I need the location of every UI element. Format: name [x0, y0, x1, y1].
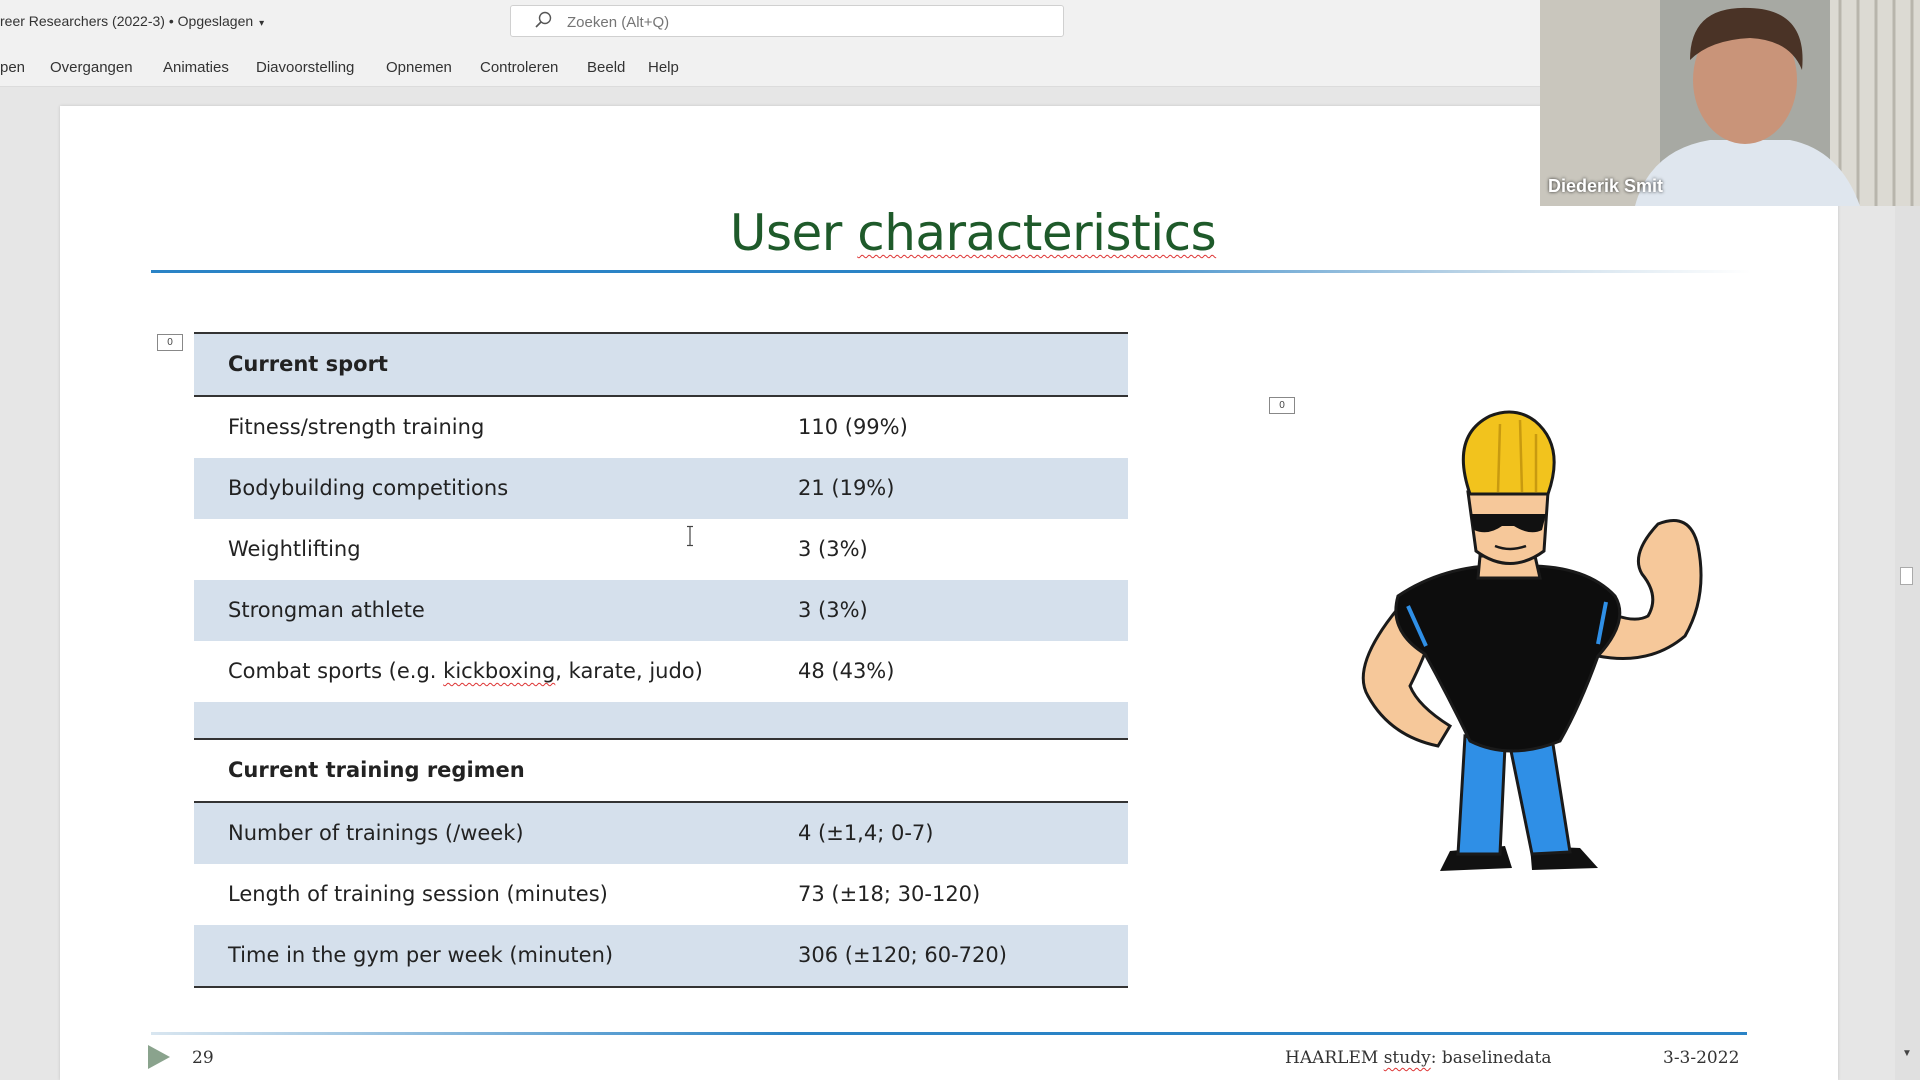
footer-text-part: HAARLEM: [1285, 1048, 1384, 1068]
footer-text-part-misspelled: study: [1383, 1048, 1431, 1068]
row-label: Number of trainings (/week): [228, 821, 524, 845]
participant-video-tile[interactable]: Diederik Smit: [1540, 0, 1920, 206]
footer-text: HAARLEM study: baselinedata: [1285, 1048, 1552, 1068]
row-value: 4 (±1,4; 0-7): [798, 821, 934, 845]
mascot-illustration[interactable]: [1330, 406, 1710, 906]
section-header-current-sport: Current sport: [228, 352, 388, 376]
search-icon: [535, 11, 552, 28]
search-input[interactable]: [565, 10, 1049, 34]
row-value: 306 (±120; 60-720): [798, 943, 1007, 967]
tab-controleren[interactable]: Controleren: [480, 59, 558, 76]
participant-name: Diederik Smit: [1548, 176, 1664, 196]
vertical-scrollbar[interactable]: ▼: [1895, 87, 1920, 1080]
table-section-header: Current sport: [194, 332, 1128, 397]
tab-diavoorstelling[interactable]: Diavoorstelling: [256, 59, 354, 76]
table-row: Length of training session (minutes) 73 …: [194, 864, 1128, 925]
tab-overgangen[interactable]: Overgangen: [50, 59, 133, 76]
document-title-text: reer Researchers (2022-3) • Opgeslagen: [0, 13, 254, 29]
row-label-part: , karate, judo): [555, 659, 703, 683]
table-row: Combat sports (e.g. kickboxing, karate, …: [194, 641, 1128, 702]
row-label: Weightlifting: [228, 537, 361, 561]
tab-beeld[interactable]: Beeld: [587, 59, 625, 76]
table-row: Number of trainings (/week) 4 (±1,4; 0-7…: [194, 803, 1128, 864]
tab-opnemen[interactable]: Opnemen: [386, 59, 452, 76]
table-section-header: Current training regimen: [194, 740, 1128, 803]
table-row: Weightlifting 3 (3%): [194, 519, 1128, 580]
title-underline-rule: [151, 270, 1751, 273]
table-row: Bodybuilding competitions 21 (19%): [194, 458, 1128, 519]
row-label: Bodybuilding competitions: [228, 476, 509, 500]
row-label: Time in the gym per week (minuten): [228, 943, 614, 967]
tab-animaties[interactable]: Animaties: [163, 59, 229, 76]
section-header-training-regimen: Current training regimen: [228, 758, 525, 782]
row-value: 48 (43%): [798, 659, 895, 683]
footer-date: 3-3-2022: [1663, 1048, 1740, 1068]
scroll-thumb[interactable]: [1900, 567, 1913, 585]
footer-rule: [151, 1032, 1747, 1035]
row-label: Fitness/strength training: [228, 415, 485, 439]
image-anchor-marker[interactable]: 0: [1269, 397, 1295, 414]
row-label: Strongman athlete: [228, 598, 425, 622]
table-row: Strongman athlete 3 (3%): [194, 580, 1128, 641]
table-row: Fitness/strength training 110 (99%): [194, 397, 1128, 458]
search-box[interactable]: [510, 5, 1064, 37]
play-icon[interactable]: [146, 1043, 172, 1071]
row-value: 110 (99%): [798, 415, 908, 439]
row-label-part-misspelled: kickboxing: [443, 659, 556, 683]
table-spacer-row: [194, 702, 1128, 740]
user-characteristics-table[interactable]: Current sport Fitness/strength training …: [194, 332, 1128, 988]
row-label-part: Combat sports (e.g.: [228, 659, 444, 683]
text-cursor-icon: [687, 525, 693, 547]
document-title[interactable]: reer Researchers (2022-3) • Opgeslagen ▾: [0, 13, 264, 29]
scroll-down-icon[interactable]: ▼: [1900, 1047, 1914, 1061]
slide-title-word-2: characteristics: [857, 204, 1217, 262]
row-label: Combat sports (e.g. kickboxing, karate, …: [228, 659, 703, 683]
slide-number: 29: [192, 1048, 214, 1068]
tab-help[interactable]: Help: [648, 59, 679, 76]
tab-ontwerpen[interactable]: pen: [0, 59, 25, 76]
save-status-caret-icon[interactable]: ▾: [259, 18, 264, 29]
footer-text-part: : baselinedata: [1430, 1048, 1552, 1068]
table-anchor-marker[interactable]: 0: [157, 334, 183, 351]
slide-canvas[interactable]: User characteristics 0 0 Current sport F…: [60, 106, 1838, 1080]
table-row: Time in the gym per week (minuten) 306 (…: [194, 925, 1128, 988]
row-value: 21 (19%): [798, 476, 895, 500]
row-value: 3 (3%): [798, 537, 868, 561]
row-value: 73 (±18; 30-120): [798, 882, 981, 906]
row-label: Length of training session (minutes): [228, 882, 608, 906]
slide-title[interactable]: User characteristics: [60, 204, 1838, 262]
slide-title-word-1: User: [729, 204, 842, 262]
row-value: 3 (3%): [798, 598, 868, 622]
